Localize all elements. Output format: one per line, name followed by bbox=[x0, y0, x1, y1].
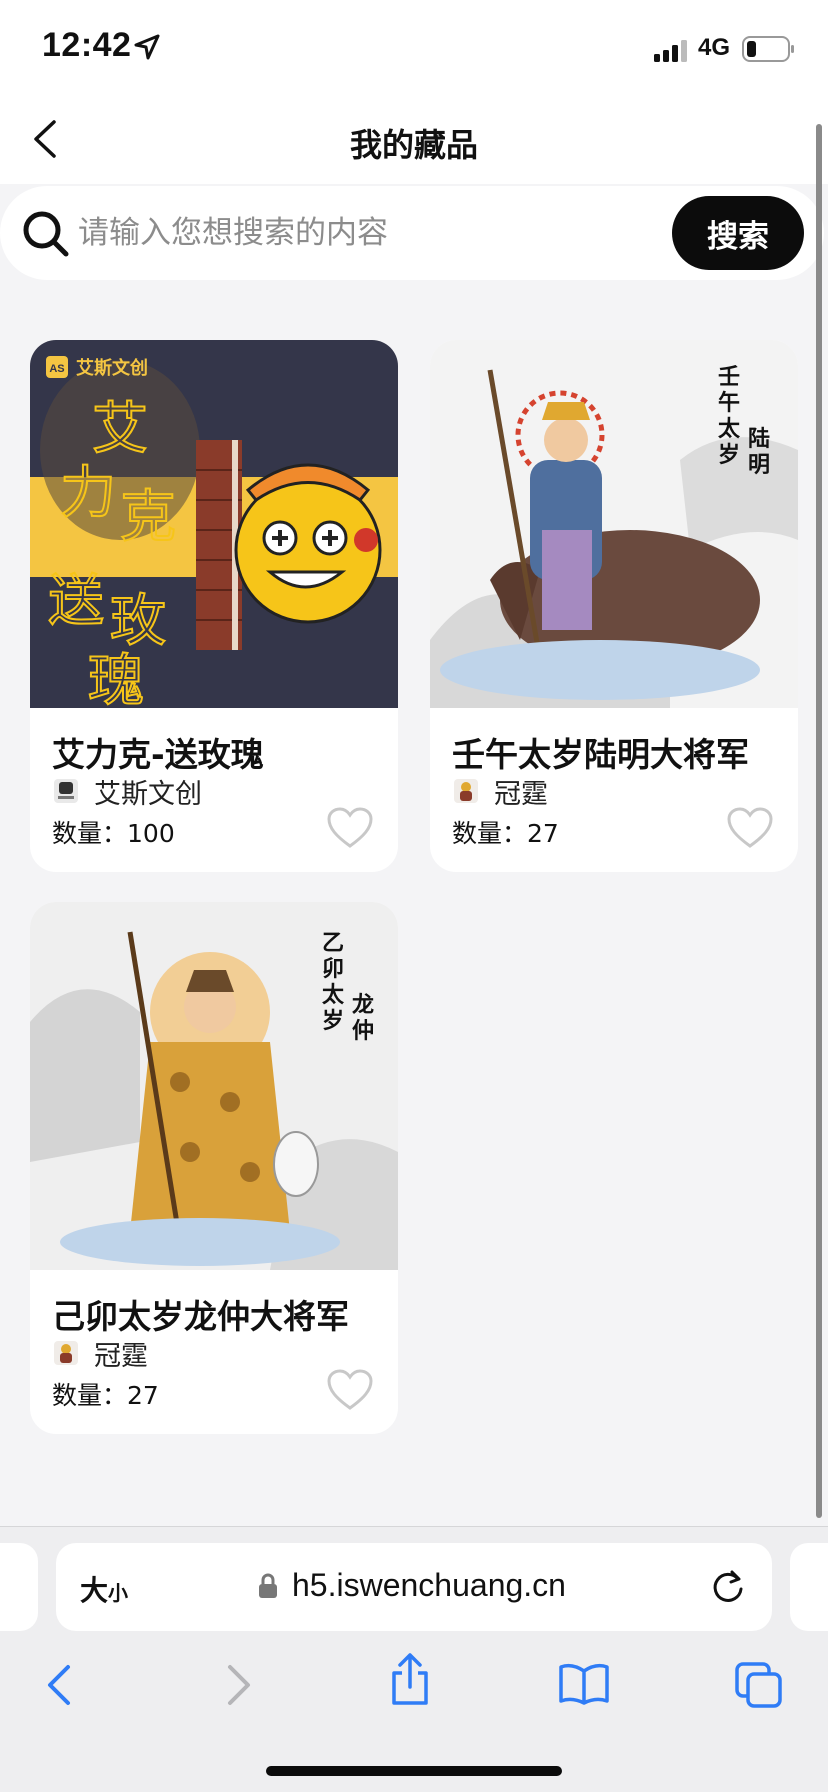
network-type: 4G bbox=[698, 34, 731, 61]
creator-avatar bbox=[54, 779, 78, 803]
card-title: 壬午太岁陆明大将军 bbox=[452, 735, 749, 774]
creator-avatar bbox=[54, 1341, 78, 1365]
location-arrow-icon bbox=[134, 34, 160, 60]
svg-text:玫: 玫 bbox=[110, 589, 166, 654]
heart-icon[interactable] bbox=[726, 806, 774, 850]
reload-icon[interactable] bbox=[708, 1567, 748, 1607]
card-title: 艾力克-送玫瑰 bbox=[52, 735, 264, 774]
lock-icon bbox=[259, 1573, 277, 1598]
signal-bars-icon bbox=[654, 40, 687, 62]
svg-text:艾: 艾 bbox=[92, 397, 148, 462]
text-size-button[interactable]: 大小 bbox=[80, 1569, 128, 1609]
svg-text:仲: 仲 bbox=[352, 1018, 374, 1044]
svg-text:岁: 岁 bbox=[322, 1008, 344, 1034]
forward-arrow-icon[interactable] bbox=[220, 1661, 256, 1709]
scrollbar[interactable] bbox=[816, 124, 822, 1518]
svg-text:瑰: 瑰 bbox=[88, 649, 144, 708]
collection-card[interactable]: 乙 卯 太 岁 龙 仲 己卯太岁龙仲大将军 冠霆 数量：27 bbox=[30, 902, 398, 1434]
heart-icon[interactable] bbox=[326, 806, 374, 850]
quantity: 数量：100 bbox=[52, 819, 175, 848]
card-image-lu-ming: 壬 午 太 岁 陆 明 bbox=[430, 340, 798, 708]
battery-icon bbox=[742, 36, 794, 62]
search-icon bbox=[23, 211, 69, 257]
creator-name: 艾斯文创 bbox=[94, 778, 202, 810]
search-input[interactable] bbox=[78, 202, 638, 264]
card-title: 己卯太岁龙仲大将军 bbox=[52, 1297, 349, 1336]
svg-text:太: 太 bbox=[718, 416, 741, 442]
creator-avatar bbox=[454, 779, 478, 803]
home-indicator[interactable] bbox=[266, 1766, 562, 1776]
search-bar: 搜索 bbox=[0, 186, 824, 280]
back-arrow-icon[interactable] bbox=[42, 1661, 78, 1709]
next-tab-preview[interactable] bbox=[790, 1543, 828, 1631]
svg-text:午: 午 bbox=[718, 390, 740, 416]
svg-text:克: 克 bbox=[120, 485, 176, 550]
svg-text:卯: 卯 bbox=[322, 956, 344, 982]
browser-toolbar bbox=[0, 1647, 828, 1727]
collection-card[interactable]: 壬 午 太 岁 陆 明 壬午太岁陆明大将军 冠霆 数量：27 bbox=[430, 340, 798, 872]
creator-row: 冠霆 bbox=[54, 1338, 148, 1372]
svg-text:壬: 壬 bbox=[718, 364, 740, 390]
heart-icon[interactable] bbox=[326, 1368, 374, 1412]
svg-text:力: 力 bbox=[60, 461, 116, 526]
svg-text:陆: 陆 bbox=[748, 426, 770, 452]
svg-text:明: 明 bbox=[748, 452, 770, 478]
logo-badge: AS bbox=[49, 363, 64, 375]
creator-name: 冠霆 bbox=[494, 778, 548, 810]
creator-row: 艾斯文创 bbox=[54, 776, 202, 810]
nav-bar: 我的藏品 bbox=[0, 96, 828, 184]
svg-text:龙: 龙 bbox=[352, 992, 374, 1018]
svg-text:太: 太 bbox=[322, 982, 345, 1008]
previous-tab-preview[interactable] bbox=[0, 1543, 38, 1631]
svg-text:乙: 乙 bbox=[322, 930, 344, 956]
svg-text:岁: 岁 bbox=[718, 442, 740, 468]
search-button[interactable]: 搜索 bbox=[672, 196, 804, 270]
quantity: 数量：27 bbox=[452, 819, 559, 848]
page-title: 我的藏品 bbox=[349, 126, 478, 164]
bookmarks-icon[interactable] bbox=[558, 1661, 610, 1707]
quantity: 数量：27 bbox=[52, 1381, 159, 1410]
logo-text: 艾斯文创 bbox=[76, 357, 148, 379]
collection-card[interactable]: AS 艾斯文创 艾 力 克 送 玫 瑰 艾力克-送玫瑰 艾斯文创 数量：100 bbox=[30, 340, 398, 872]
share-icon[interactable] bbox=[386, 1651, 434, 1707]
status-time: 12:42 bbox=[42, 26, 132, 64]
svg-text:送: 送 bbox=[48, 569, 104, 634]
creator-row: 冠霆 bbox=[454, 776, 548, 810]
address-bar[interactable]: 大小 h5.iswenchuang.cn bbox=[56, 1543, 772, 1631]
card-image-aili-ke: AS 艾斯文创 艾 力 克 送 玫 瑰 bbox=[30, 340, 398, 708]
card-image-long-zhong: 乙 卯 太 岁 龙 仲 bbox=[30, 902, 398, 1270]
browser-bar: 大小 h5.iswenchuang.cn bbox=[0, 1526, 828, 1792]
creator-name: 冠霆 bbox=[94, 1340, 148, 1372]
url-text: h5.iswenchuang.cn bbox=[292, 1567, 566, 1603]
tabs-icon[interactable] bbox=[734, 1661, 784, 1709]
status-bar: 12:42 4G bbox=[0, 0, 828, 96]
